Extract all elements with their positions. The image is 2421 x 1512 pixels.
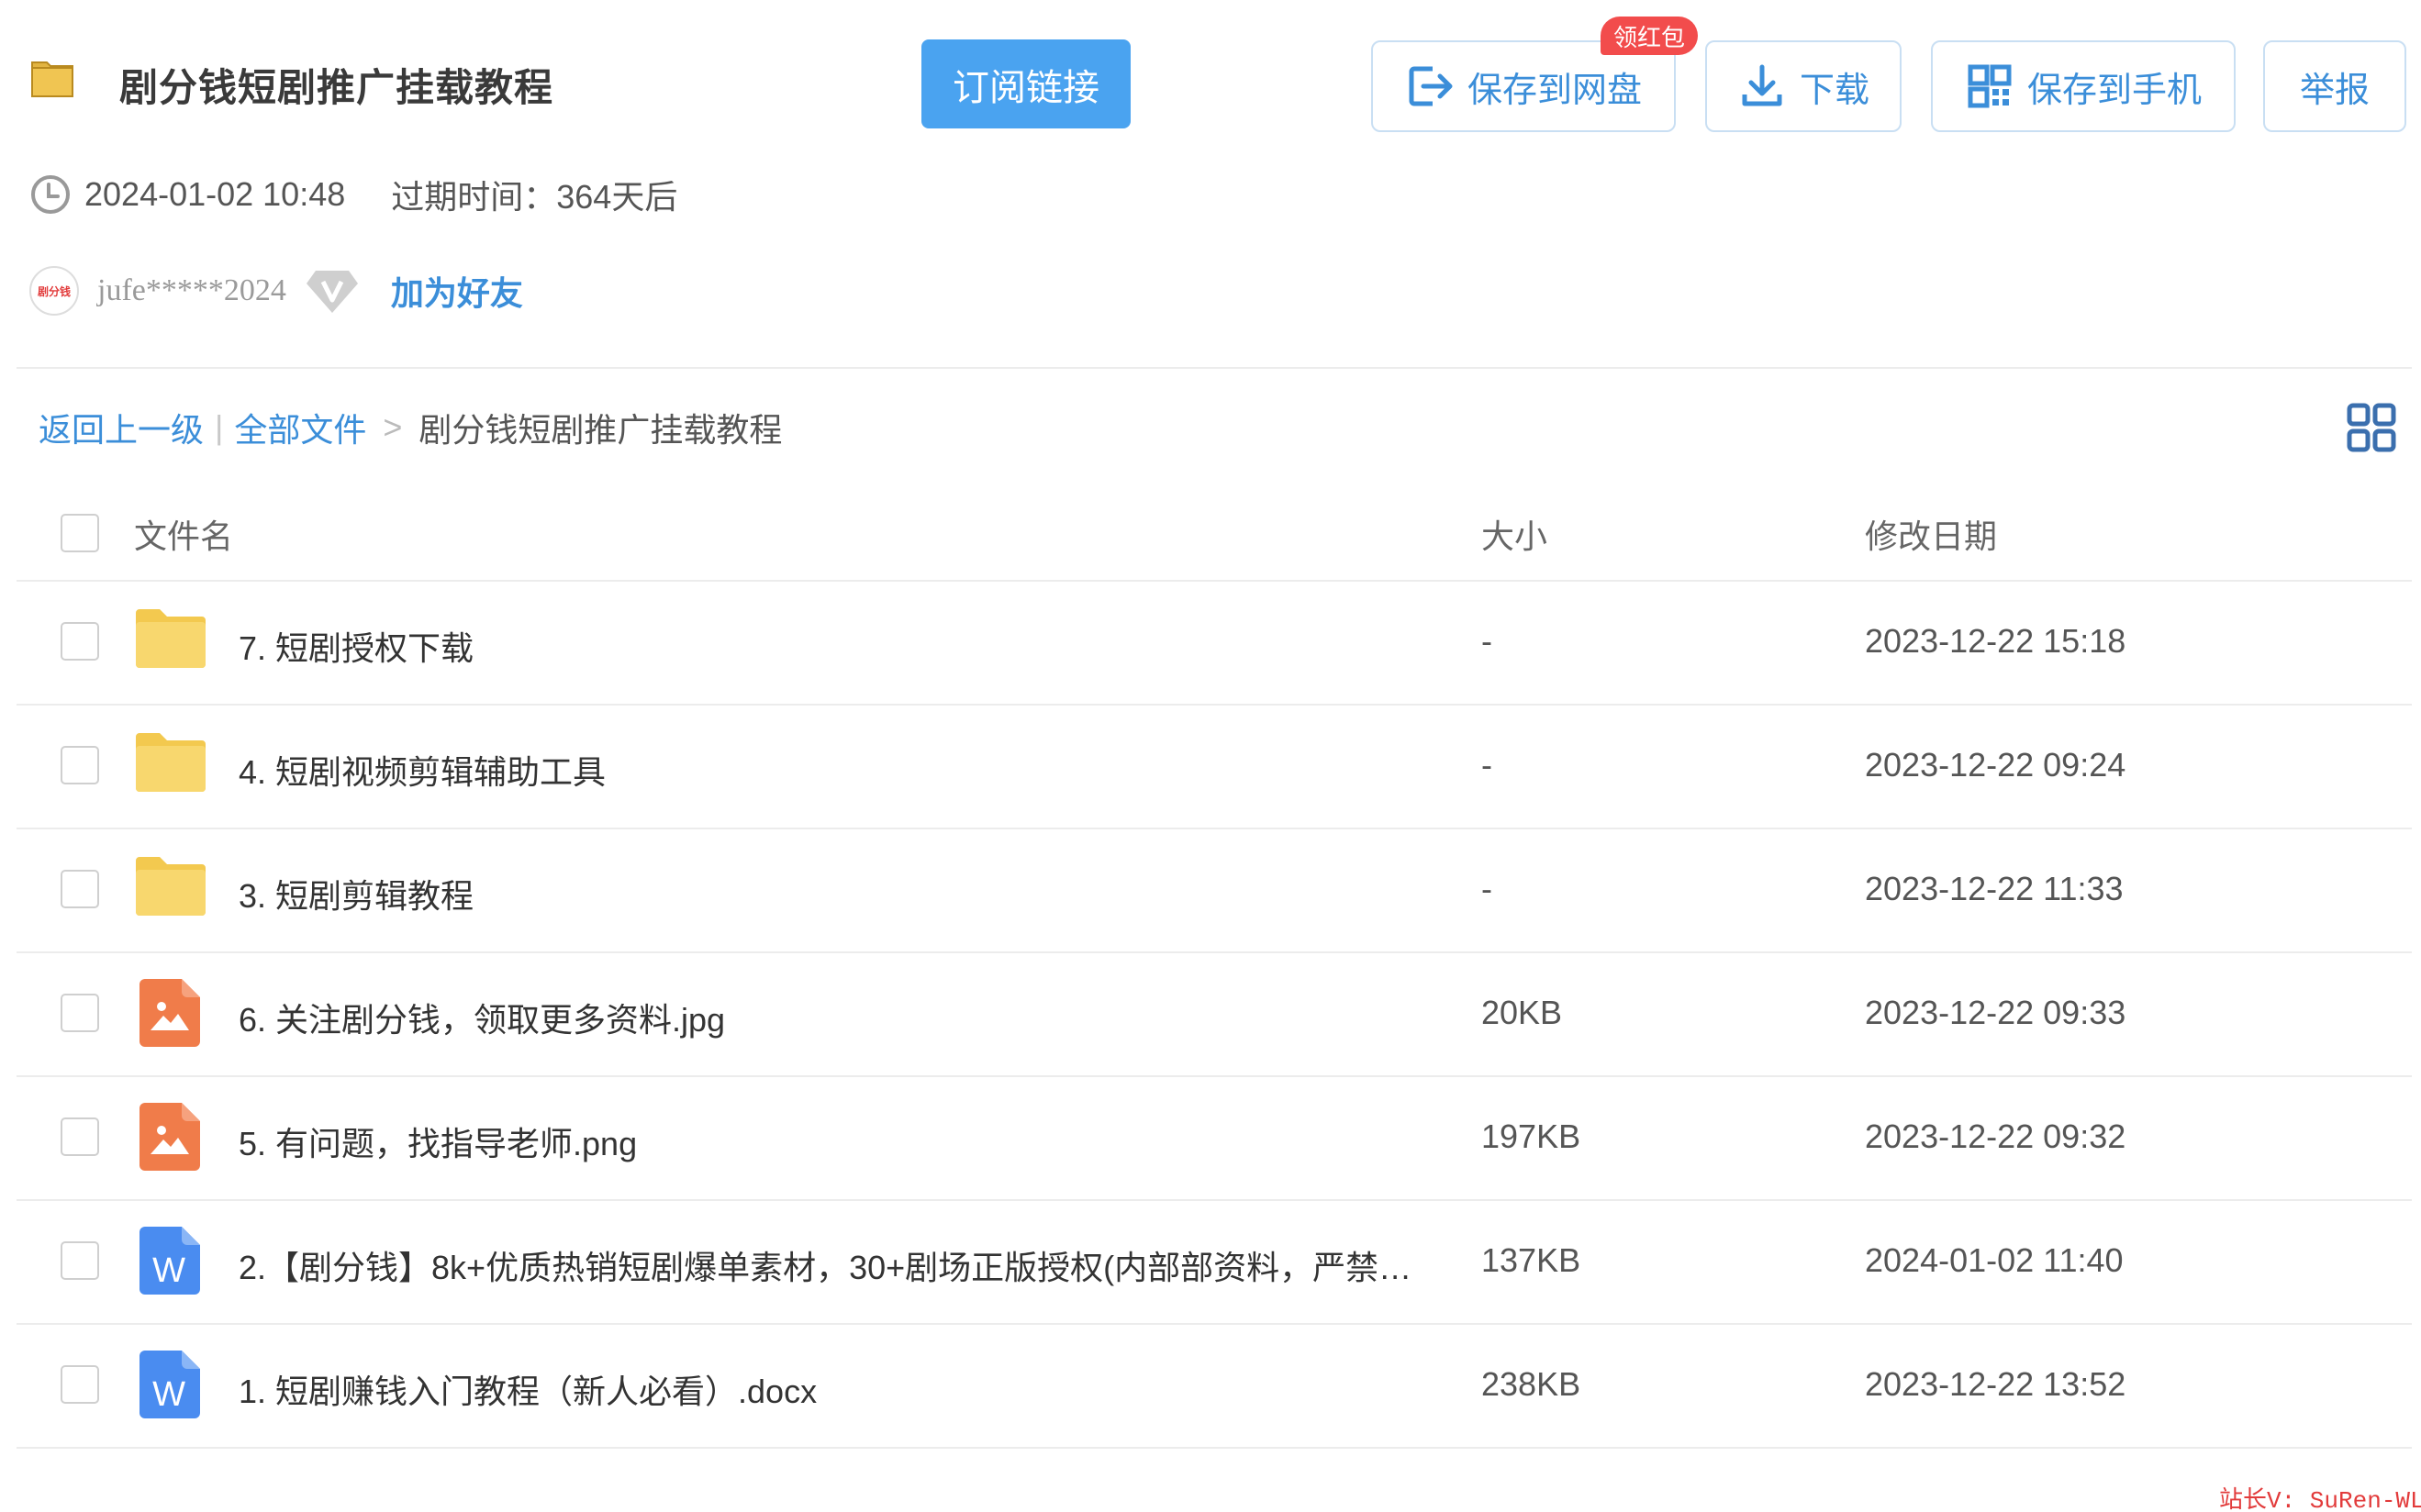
select-all-checkbox[interactable] [61, 514, 99, 552]
svg-text:W: W [152, 1251, 185, 1290]
file-size: 20KB [1481, 994, 1563, 1031]
file-modified-date: 2023-12-22 13:52 [1865, 1365, 2126, 1403]
row-checkbox[interactable] [61, 1365, 99, 1404]
qr-code-icon [1968, 64, 2012, 108]
file-name[interactable]: 5. 有问题，找指导老师.png [239, 1117, 637, 1165]
word-doc-icon: W [139, 1227, 200, 1299]
file-size: 137KB [1481, 1241, 1581, 1279]
breadcrumb: 返回上一级 | 全部文件 > 剧分钱短剧推广挂载教程 [39, 404, 782, 451]
image-file-icon [139, 979, 200, 1051]
row-checkbox[interactable] [61, 1241, 99, 1280]
red-packet-badge[interactable]: 领红包 [1601, 17, 1699, 55]
download-label: 下载 [1799, 71, 1869, 110]
file-modified-date: 2023-12-22 09:24 [1865, 746, 2126, 784]
clock-icon [31, 175, 70, 214]
breadcrumb-current: 剧分钱短剧推广挂载教程 [418, 411, 783, 449]
divider [17, 367, 2412, 369]
table-row[interactable]: 3. 短剧剪辑教程 - 2023-12-22 11:33 [17, 828, 2412, 951]
column-header-name[interactable]: 文件名 [134, 510, 233, 558]
table-row[interactable]: 4. 短剧视频剪辑辅助工具 - 2023-12-22 09:24 [17, 704, 2412, 828]
file-name[interactable]: 1. 短剧赚钱入门教程（新人必看）.docx [239, 1365, 817, 1413]
row-checkbox[interactable] [61, 622, 99, 661]
save-to-phone-button[interactable]: 保存到手机 [1931, 40, 2236, 132]
file-size: 238KB [1481, 1365, 1581, 1403]
column-header-date[interactable]: 修改日期 [1865, 510, 1997, 558]
table-row[interactable]: W 2.【剧分钱】8k+优质热销短剧爆单素材，30+剧场正版授权(内部部资料，严禁… [17, 1199, 2412, 1323]
row-checkbox[interactable] [61, 994, 99, 1032]
download-icon [1742, 64, 1782, 106]
breadcrumb-separator: > [383, 408, 403, 446]
save-to-phone-label: 保存到手机 [2026, 71, 2202, 110]
file-name[interactable]: 7. 短剧授权下载 [239, 622, 474, 670]
subscribe-button[interactable]: 订阅链接 [921, 39, 1131, 128]
file-modified-date: 2023-12-22 11:33 [1865, 870, 2124, 907]
file-name[interactable]: 4. 短剧视频剪辑辅助工具 [239, 746, 606, 794]
table-row[interactable]: W 1. 短剧赚钱入门教程（新人必看）.docx 238KB 2023-12-22 1… [17, 1323, 2412, 1447]
table-row[interactable]: 5. 有问题，找指导老师.png 197KB 2023-12-22 09:32 [17, 1075, 2412, 1199]
file-size: - [1481, 622, 1492, 660]
sharer-name[interactable]: jufe*****2024 [97, 273, 286, 308]
word-doc-icon: W [139, 1351, 200, 1423]
file-size: - [1481, 746, 1492, 784]
file-name[interactable]: 6. 关注剧分钱，领取更多资料.jpg [239, 994, 725, 1041]
expire-time: 过期时间：364天后 [391, 178, 678, 216]
save-to-disk-label: 保存到网盘 [1467, 71, 1642, 110]
vip-diamond-icon [306, 271, 358, 313]
image-file-icon [139, 1103, 200, 1175]
row-checkbox[interactable] [61, 1117, 99, 1156]
file-name[interactable]: 2.【剧分钱】8k+优质热销短剧爆单素材，30+剧场正版授权(内部部资料，严禁… [239, 1241, 1411, 1289]
download-button[interactable]: 下载 [1705, 40, 1902, 132]
row-divider [17, 1447, 2412, 1449]
file-modified-date: 2023-12-22 09:33 [1865, 994, 2126, 1031]
save-to-disk-icon [1409, 66, 1453, 106]
avatar-text: 剧分钱 [37, 284, 71, 298]
folder-icon [134, 607, 207, 674]
row-checkbox[interactable] [61, 746, 99, 784]
page-title: 剧分钱短剧推广挂载教程 [119, 66, 554, 109]
grid-view-icon[interactable] [2346, 402, 2397, 453]
file-name[interactable]: 3. 短剧剪辑教程 [239, 870, 474, 917]
folder-icon [31, 61, 73, 97]
file-size: - [1481, 870, 1492, 907]
file-modified-date: 2023-12-22 15:18 [1865, 622, 2126, 660]
row-checkbox[interactable] [61, 870, 99, 908]
avatar[interactable]: 剧分钱 [29, 266, 79, 316]
folder-icon [134, 731, 207, 798]
column-header-size[interactable]: 大小 [1481, 510, 1547, 558]
share-meta: 2024-01-02 10:48 过期时间：364天后 [29, 171, 677, 218]
watermark-text: 站长V: SuRen-WL [2219, 1487, 2421, 1512]
table-row[interactable]: 6. 关注剧分钱，领取更多资料.jpg 20KB 2023-12-22 09:33 [17, 951, 2412, 1075]
all-files-link[interactable]: 全部文件 [234, 404, 366, 451]
back-link[interactable]: 返回上一级 [39, 404, 204, 451]
file-modified-date: 2023-12-22 09:32 [1865, 1117, 2126, 1155]
report-button[interactable]: 举报 [2263, 40, 2406, 132]
sharer-info: 剧分钱 jufe*****2024 加为好友 [29, 266, 523, 316]
svg-text:W: W [152, 1375, 185, 1414]
share-datetime: 2024-01-02 10:48 [84, 175, 346, 213]
breadcrumb-divider: | [215, 408, 224, 446]
file-size: 197KB [1481, 1117, 1581, 1155]
folder-icon [134, 855, 207, 922]
add-friend-link[interactable]: 加为好友 [391, 267, 523, 315]
table-row[interactable]: 7. 短剧授权下载 - 2023-12-22 15:18 [17, 580, 2412, 704]
file-modified-date: 2024-01-02 11:40 [1865, 1241, 2124, 1279]
